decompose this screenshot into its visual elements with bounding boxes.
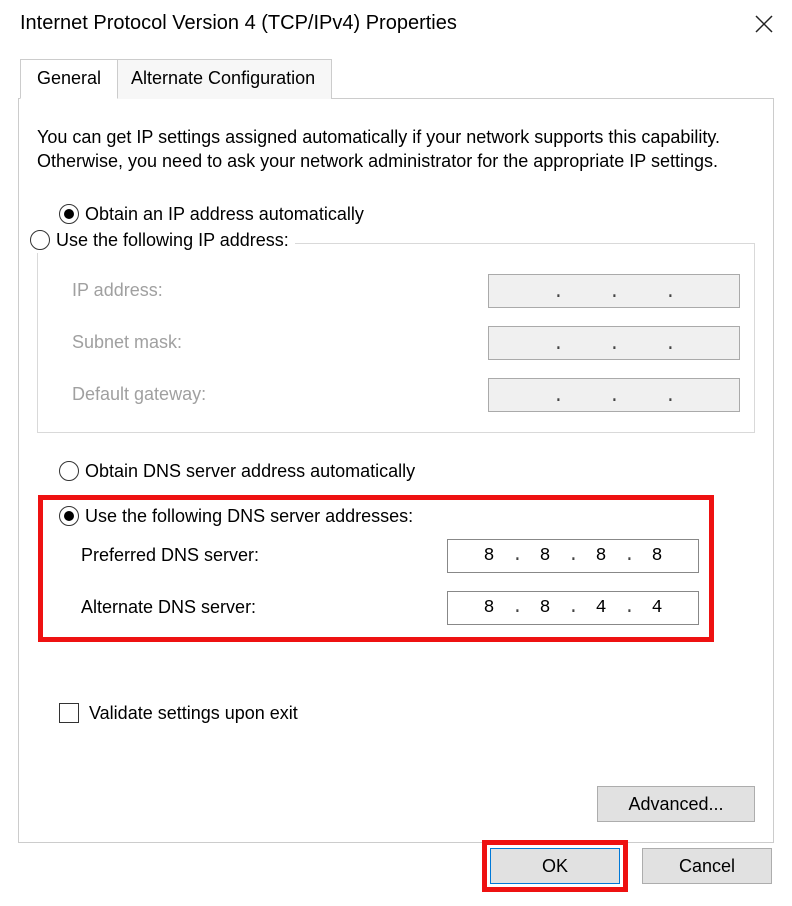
- ip-address-input: . . .: [488, 274, 740, 308]
- preferred-dns-input[interactable]: 8. 8. 8. 8: [447, 539, 699, 573]
- cancel-button[interactable]: Cancel: [642, 848, 772, 884]
- default-gateway-label: Default gateway:: [72, 384, 272, 405]
- general-tab-panel: You can get IP settings assigned automat…: [18, 99, 774, 843]
- dns-auto-option[interactable]: Obtain DNS server address automatically: [59, 461, 755, 482]
- radio-icon: [59, 506, 79, 526]
- ip-address-label: IP address:: [72, 280, 272, 301]
- ip-auto-option[interactable]: Obtain an IP address automatically: [59, 204, 755, 225]
- alternate-dns-label: Alternate DNS server:: [81, 597, 301, 618]
- window-title: Internet Protocol Version 4 (TCP/IPv4) P…: [20, 12, 457, 35]
- default-gateway-input: . . .: [488, 378, 740, 412]
- dialog-button-row: OK Cancel: [482, 840, 772, 892]
- ok-button[interactable]: OK: [490, 848, 620, 884]
- dns-auto-label: Obtain DNS server address automatically: [85, 461, 415, 482]
- ip-manual-option[interactable]: Use the following IP address:: [28, 228, 295, 253]
- subnet-mask-input: . . .: [488, 326, 740, 360]
- dialog-window: Internet Protocol Version 4 (TCP/IPv4) P…: [0, 0, 792, 906]
- ip-manual-label: Use the following IP address:: [56, 230, 289, 251]
- subnet-mask-label: Subnet mask:: [72, 332, 272, 353]
- alternate-dns-input[interactable]: 8. 8. 4. 4: [447, 591, 699, 625]
- ip-auto-label: Obtain an IP address automatically: [85, 204, 364, 225]
- ok-highlight: OK: [482, 840, 628, 892]
- intro-text: You can get IP settings assigned automat…: [37, 125, 755, 174]
- tab-general-label: General: [37, 68, 101, 88]
- subnet-mask-row: Subnet mask: . . .: [72, 326, 740, 360]
- dns-manual-label: Use the following DNS server addresses:: [85, 506, 413, 527]
- validate-settings-label: Validate settings upon exit: [89, 703, 298, 724]
- dns-manual-option[interactable]: Use the following DNS server addresses:: [59, 506, 699, 527]
- tab-bar: General Alternate Configuration: [18, 59, 774, 99]
- tab-alternate-configuration[interactable]: Alternate Configuration: [114, 59, 332, 99]
- dns-highlight: Use the following DNS server addresses: …: [38, 495, 714, 642]
- alternate-dns-row: Alternate DNS server: 8. 8. 4. 4: [81, 591, 699, 625]
- preferred-dns-row: Preferred DNS server: 8. 8. 8. 8: [81, 539, 699, 573]
- radio-icon: [59, 461, 79, 481]
- default-gateway-row: Default gateway: . . .: [72, 378, 740, 412]
- tab-general[interactable]: General: [20, 59, 118, 99]
- dns-group-wrapper: Use the following DNS server addresses: …: [37, 500, 755, 675]
- close-icon[interactable]: [754, 14, 774, 34]
- advanced-button[interactable]: Advanced...: [597, 786, 755, 822]
- preferred-dns-label: Preferred DNS server:: [81, 545, 301, 566]
- radio-icon: [59, 204, 79, 224]
- checkbox-icon: [59, 703, 79, 723]
- titlebar: Internet Protocol Version 4 (TCP/IPv4) P…: [0, 0, 792, 45]
- tab-alternate-label: Alternate Configuration: [131, 68, 315, 88]
- validate-settings-option[interactable]: Validate settings upon exit: [59, 703, 755, 724]
- ip-address-group: Use the following IP address: IP address…: [37, 243, 755, 433]
- ip-address-row: IP address: . . .: [72, 274, 740, 308]
- radio-icon: [30, 230, 50, 250]
